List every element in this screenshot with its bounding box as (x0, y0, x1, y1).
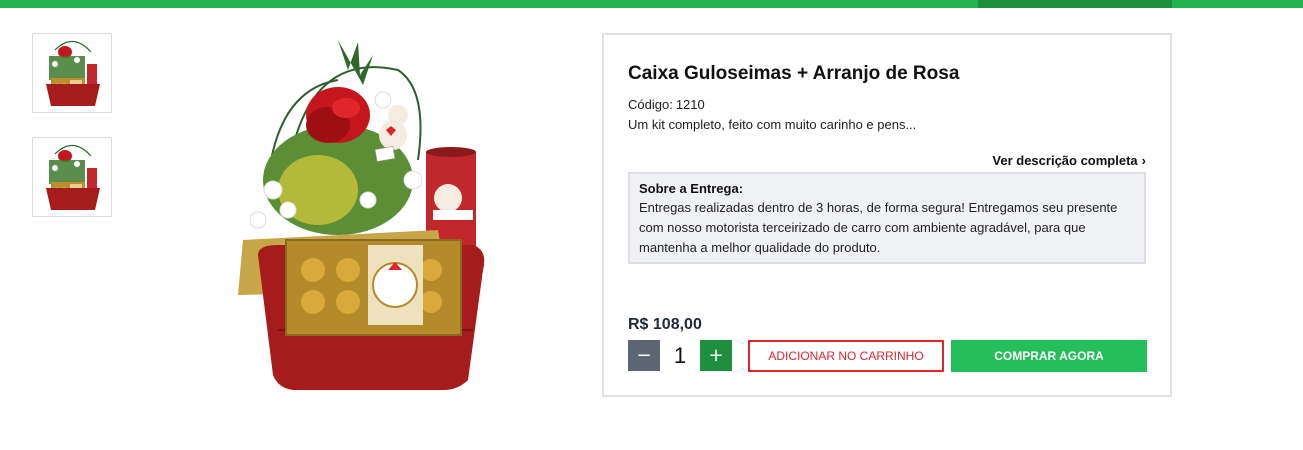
product-title: Caixa Guloseimas + Arranjo de Rosa (628, 63, 960, 84)
product-price: R$ 108,00 (628, 316, 702, 333)
product-code: Código: 1210 (628, 97, 705, 112)
plus-icon: + (708, 345, 724, 366)
gift-basket-photo (188, 30, 508, 400)
delivery-info-text: Entregas realizadas dentro de 3 horas, d… (639, 200, 1118, 255)
product-summary: Um kit completo, feito com muito carinho… (628, 117, 917, 132)
product-main-image (188, 30, 508, 400)
product-details-panel: Caixa Guloseimas + Arranjo de Rosa Códig… (602, 33, 1172, 397)
quantity-increase-button[interactable]: + (700, 340, 732, 371)
see-full-description-link[interactable]: Ver descrição completa › (992, 153, 1146, 168)
thumbnail-1[interactable] (32, 33, 112, 113)
buy-now-button[interactable]: COMPRAR AGORA (951, 340, 1147, 372)
gift-basket-thumbnail-image (33, 34, 111, 112)
delivery-info-title: Sobre a Entrega: (639, 181, 744, 196)
top-bar-highlight (978, 0, 1172, 8)
minus-icon: − (636, 345, 652, 366)
top-bar (0, 0, 1303, 8)
see-full-description-label: Ver descrição completa (992, 153, 1138, 168)
product-code-label: Código: (628, 97, 673, 112)
delivery-info-box: Sobre a Entrega: Entregas realizadas den… (628, 172, 1146, 264)
thumbnail-2[interactable] (32, 137, 112, 217)
chevron-right-icon: › (1141, 153, 1146, 168)
gift-basket-thumbnail-image (33, 138, 111, 216)
product-code-value: 1210 (675, 97, 705, 112)
quantity-decrease-button[interactable]: − (628, 340, 660, 371)
add-to-cart-button[interactable]: ADICIONAR NO CARRINHO (748, 340, 944, 372)
quantity-value[interactable]: 1 (662, 340, 698, 371)
